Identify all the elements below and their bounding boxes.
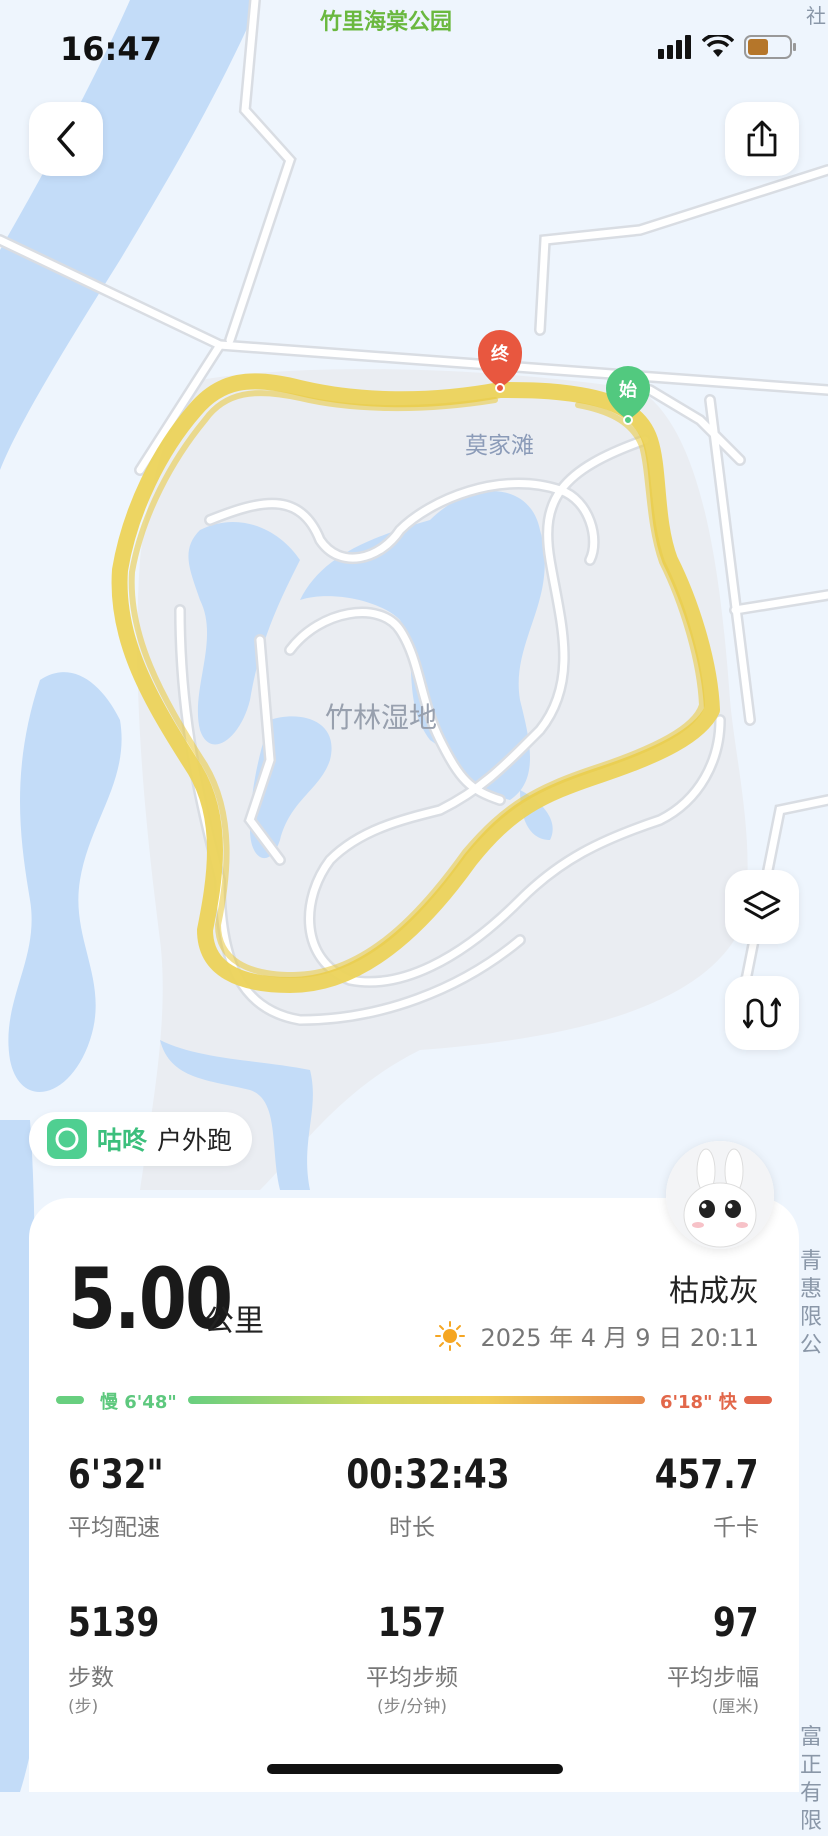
- pace-slow-dot: [56, 1396, 84, 1404]
- share-button[interactable]: [725, 102, 799, 176]
- stride-label: 平均步幅: [667, 1665, 759, 1691]
- cadence-value: 157: [377, 1600, 447, 1646]
- signal-icon: [658, 35, 691, 59]
- route-button[interactable]: [725, 976, 799, 1050]
- duration-value: 00:32:43: [346, 1452, 510, 1498]
- cadence-label: 平均步频: [366, 1665, 458, 1691]
- route-icon: [743, 997, 781, 1029]
- pace-fast-dot: [744, 1396, 772, 1404]
- layers-button[interactable]: [725, 870, 799, 944]
- calories-value: 457.7: [655, 1452, 759, 1498]
- wifi-icon: [702, 35, 734, 57]
- avg-pace-value: 6'32": [68, 1452, 164, 1498]
- steps-unit: (步): [68, 1697, 99, 1717]
- pace-gradient-bar: [188, 1396, 645, 1404]
- distance-unit: 公里: [204, 1304, 264, 1339]
- stride-value: 97: [713, 1600, 759, 1646]
- datetime-text: 2025 年 4 月 9 日 20:11: [480, 1324, 759, 1352]
- share-icon: [747, 120, 777, 157]
- map-label-bottom-right: 富正 有限: [800, 1725, 823, 1834]
- codoon-logo-icon: [47, 1119, 87, 1159]
- chevron-left-icon: [57, 121, 75, 157]
- avatar[interactable]: [666, 1141, 774, 1249]
- map-label-edge: 社: [806, 4, 826, 28]
- layers-icon: [743, 890, 781, 920]
- steps-value: 5139: [68, 1600, 160, 1646]
- cadence-unit: (步/分钟): [377, 1697, 447, 1717]
- avg-pace-label: 平均配速: [68, 1515, 160, 1541]
- sun-icon: [435, 1320, 466, 1351]
- stride-unit: (厘米): [711, 1697, 759, 1717]
- status-icons: [658, 34, 798, 60]
- activity-type: 户外跑: [157, 1126, 233, 1155]
- pace-fast-label: 6'18" 快: [660, 1392, 737, 1413]
- map-label-park: 竹里海棠公园: [320, 10, 453, 35]
- map-label-right-edge: 青惠 限公: [800, 1249, 823, 1358]
- map-label-village: 莫家滩: [465, 433, 534, 459]
- battery-icon: [744, 35, 796, 59]
- brand-name: 咕咚: [97, 1126, 148, 1155]
- brand-pill: 咕咚 户外跑: [29, 1112, 253, 1166]
- duration-label: 时长: [389, 1515, 435, 1541]
- calories-label: 千卡: [713, 1515, 759, 1541]
- svg-text:始: 始: [619, 379, 637, 401]
- home-indicator[interactable]: [267, 1764, 563, 1774]
- run-datetime: 2025 年 4 月 9 日 20:11: [434, 1318, 759, 1353]
- pace-slow-label: 慢 6'48": [100, 1392, 177, 1413]
- back-button[interactable]: [29, 102, 103, 176]
- status-time: 16:47: [60, 30, 162, 68]
- steps-label: 步数: [68, 1665, 114, 1691]
- user-name: 枯成灰: [669, 1274, 759, 1309]
- svg-text:终: 终: [491, 343, 510, 365]
- map-label-wetland: 竹林湿地: [325, 701, 438, 734]
